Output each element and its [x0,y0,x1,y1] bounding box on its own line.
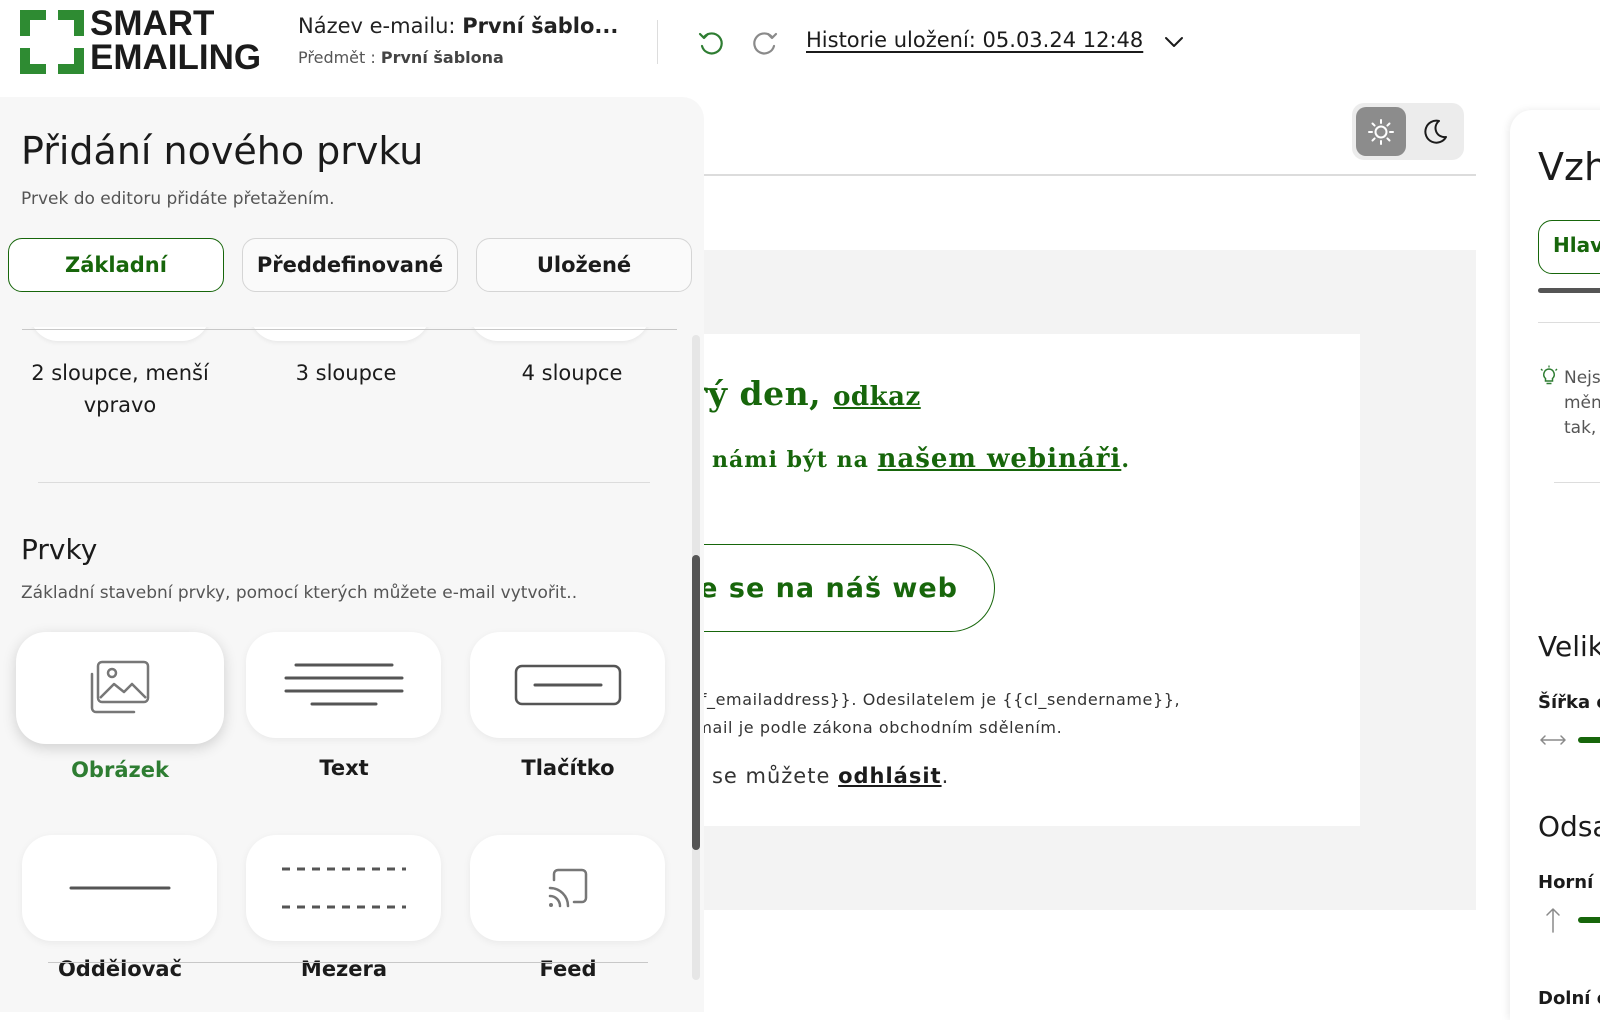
divider-icon [69,886,170,890]
email-cta-button[interactable]: jte se na náš web [690,544,995,632]
panel-subtitle: Prvek do editoru přidáte přetažením. [21,189,335,209]
width-arrows-icon [1540,735,1566,745]
tab-saved[interactable]: Uložené [476,238,692,292]
panel-title: Přidání nového prvku [21,129,424,173]
save-history-link[interactable]: Historie uložení: 05.03.24 12:48 [806,28,1143,52]
email-subject[interactable]: Předmět : První šablona [298,48,618,67]
text-lines-icon [284,663,403,706]
element-text-label: Text [319,756,369,780]
element-feed-label: Feed [539,957,597,981]
sun-icon [1368,118,1394,145]
top-padding-label: Horní d [1538,872,1600,893]
appearance-tip: Nejs měn tak, [1564,368,1600,438]
email-greeting[interactable]: rý den, odkaz [690,374,921,413]
logo-text: SMART EMAILING [90,4,262,77]
tab-indicator [1538,288,1600,293]
smartemailing-logo[interactable]: SMART EMAILING [20,4,270,77]
email-meta[interactable]: Název e-mailu: První šablo... Předmět : … [298,14,618,67]
theme-toggle[interactable] [1352,103,1464,160]
element-button-label: Tlačítko [521,756,615,780]
appearance-title: Vzh [1538,145,1600,189]
element-text[interactable] [246,632,441,738]
element-divider-label: Oddělovač [57,957,183,981]
lightbulb-icon [1540,365,1558,385]
section-divider [38,482,650,483]
layout-divider [22,329,677,330]
padding-heading: Odsa [1538,810,1600,843]
size-heading: Velik [1538,630,1600,663]
redo-button[interactable] [748,26,782,60]
canvas-divider [690,174,1476,176]
element-feed[interactable] [470,835,665,941]
panel-separator [1538,322,1600,323]
email-invite-text[interactable]: s námi být na našem webináři. [690,444,1130,474]
chevron-down-icon[interactable] [1162,30,1186,54]
header-divider [657,20,658,64]
element-image-label: Obrázek [71,758,169,782]
undo-button[interactable] [694,26,728,60]
spacer-icon [281,867,406,909]
image-icon [90,660,150,714]
add-element-panel: Přidání nového prvku Prvek do editoru př… [0,97,704,1012]
elements-heading: Prvky [21,533,98,566]
undo-icon [698,32,723,55]
bottom-padding-label: Dolní c [1538,988,1600,1009]
email-body[interactable]: rý den, odkaz s námi být na našem webiná… [690,334,1360,826]
arrow-up-icon [1546,908,1560,933]
logo-mark-icon [20,10,84,74]
moon-icon [1424,119,1447,144]
elements-subtitle: Základní stavební prvky, pomocí kterých … [21,583,578,603]
light-mode-button[interactable] [1356,107,1406,156]
element-image[interactable] [16,632,224,744]
greeting-link[interactable]: odkaz [833,382,921,412]
redo-icon [753,32,778,55]
element-spacer[interactable] [246,835,441,941]
layout-label-4col: 4 sloupce [521,361,623,385]
unsubscribe-link[interactable]: odhlásit [838,764,942,788]
element-divider[interactable] [22,835,217,941]
tab-main[interactable]: Hlav [1538,220,1600,274]
email-footer-text[interactable]: df_emailaddress}}. Odesilatelem je {{cl_… [690,686,1180,742]
element-button[interactable] [470,632,665,738]
elements-scroll-area[interactable]: 2 sloupce, menší vpravo 3 sloupce 4 slou… [0,327,690,982]
layout-label-2col-right: 2 sloupce, menší vpravo [31,361,209,417]
tab-basic[interactable]: Základní [8,238,224,292]
top-bar: SMART EMAILING Název e-mailu: První šabl… [0,0,1600,95]
webinar-link[interactable]: našem webináři [878,444,1122,474]
email-unsubscribe-text[interactable]: u se můžete odhlásit. [690,764,949,788]
email-name[interactable]: Název e-mailu: První šablo... [298,14,618,38]
feed-icon [548,868,587,908]
dark-mode-button[interactable] [1410,107,1460,156]
panel-separator-2 [1554,482,1600,483]
appearance-panel: Vzh Hlav Nejs měn tak, Velik Šířka e Ods… [1510,110,1600,1020]
top-padding-slider[interactable] [1578,917,1600,923]
element-spacer-label: Mezera [300,957,388,981]
email-width-slider[interactable] [1578,737,1600,743]
layout-label-3col: 3 sloupce [295,361,397,385]
tab-predefined[interactable]: Předdefinované [242,238,458,292]
button-icon [514,664,621,706]
panel-scrollbar-thumb[interactable] [692,555,700,850]
list-bottom-divider [48,962,648,963]
email-width-label: Šířka e [1538,692,1600,713]
